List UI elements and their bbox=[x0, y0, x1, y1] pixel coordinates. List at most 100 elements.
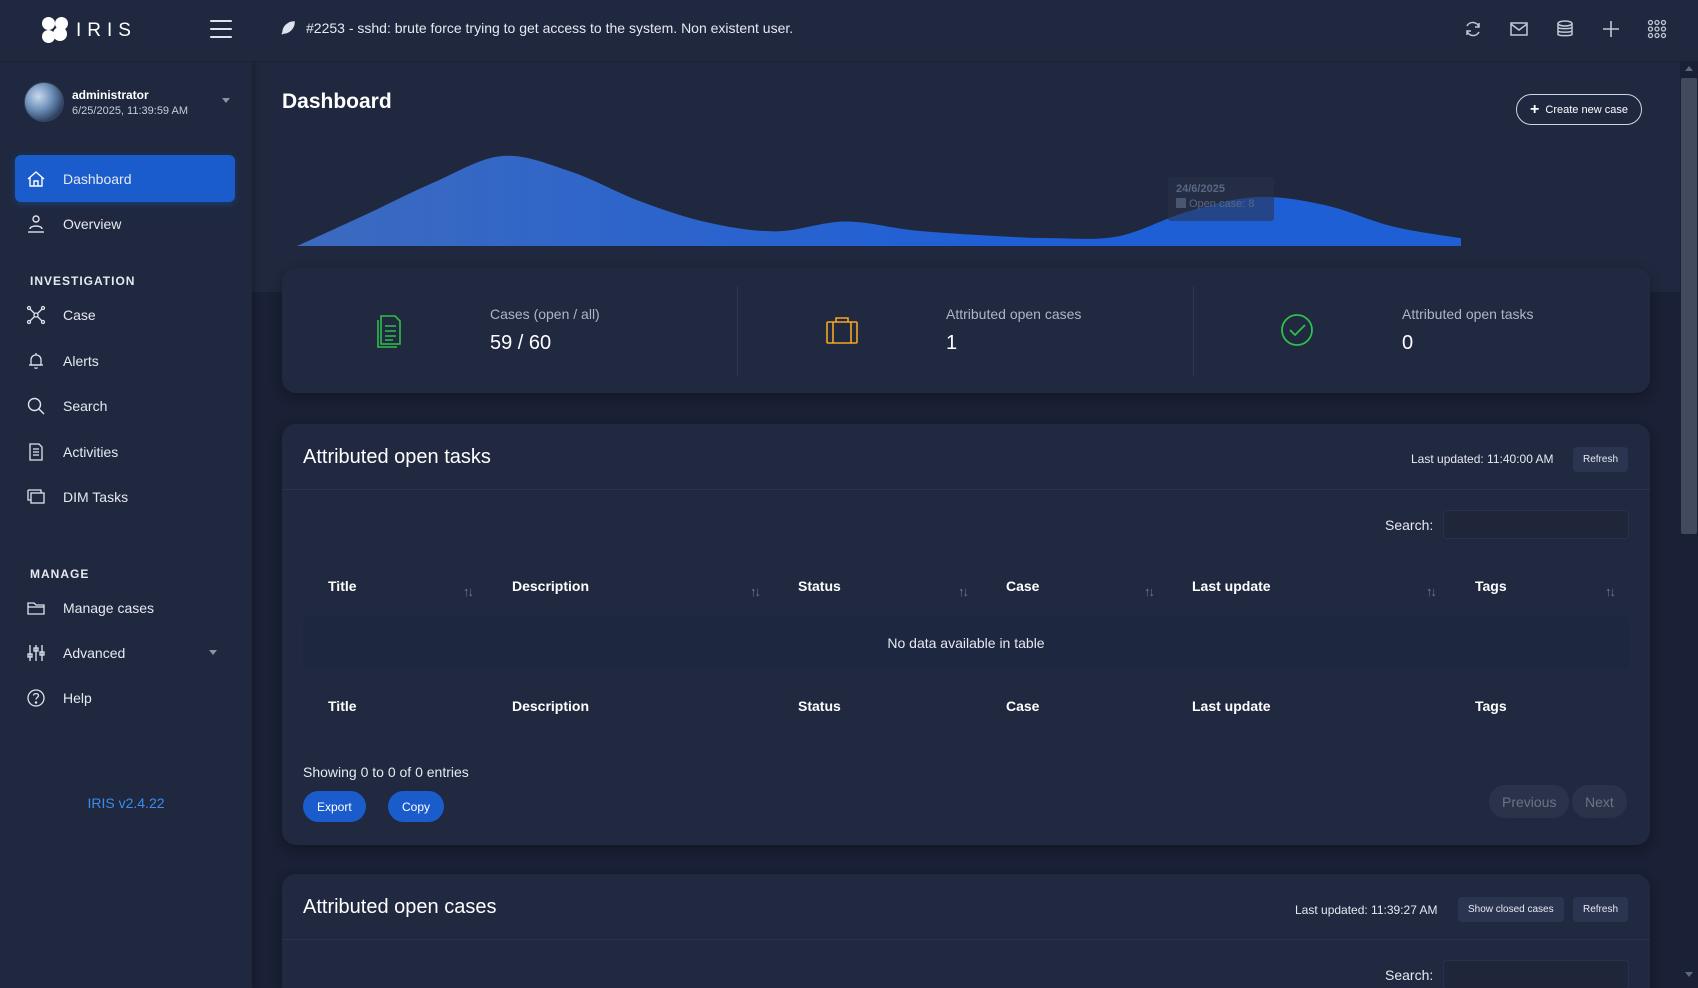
sidebar-item-label: Alerts bbox=[63, 352, 99, 369]
app-version[interactable]: IRIS v2.4.22 bbox=[0, 795, 252, 811]
chevron-down-icon[interactable] bbox=[222, 98, 230, 103]
sidebar-item-label: Overview bbox=[63, 215, 122, 232]
column-header-description[interactable]: Description bbox=[512, 578, 589, 594]
chevron-down-icon bbox=[209, 650, 217, 655]
column-header-case[interactable]: Case bbox=[1006, 578, 1039, 594]
plus-icon: + bbox=[1530, 100, 1540, 118]
footer-header-title: Title bbox=[328, 698, 357, 714]
scroll-down-icon[interactable] bbox=[1685, 972, 1693, 977]
footer-header-case: Case bbox=[1006, 698, 1040, 714]
stat-label: Cases (open / all) bbox=[490, 306, 600, 322]
export-button[interactable]: Export bbox=[303, 791, 366, 822]
footer-header-status: Status bbox=[798, 698, 841, 714]
database-icon[interactable] bbox=[1554, 18, 1576, 40]
sort-icon[interactable]: ↑↓ bbox=[1605, 584, 1616, 599]
last-updated: Last updated: 11:39:27 AM bbox=[1295, 903, 1438, 917]
tooltip-date: 24/6/2025 bbox=[1176, 183, 1225, 195]
feather-icon bbox=[281, 21, 295, 35]
search-icon bbox=[25, 395, 47, 417]
case-icon bbox=[25, 304, 47, 326]
previous-page-button[interactable]: Previous bbox=[1489, 785, 1570, 818]
column-header-tags[interactable]: Tags bbox=[1475, 578, 1507, 594]
panel-title: Attributed open tasks bbox=[303, 446, 491, 468]
tasks-panel: Attributed open tasks Last updated: 11:4… bbox=[282, 424, 1650, 845]
chart-tooltip: 24/6/2025 Open case: 8 bbox=[1168, 177, 1274, 221]
plus-icon[interactable] bbox=[1600, 18, 1622, 40]
sidebar-item-search[interactable]: Search bbox=[15, 382, 235, 429]
folder-icon bbox=[25, 597, 47, 619]
logo-text: IRIS bbox=[76, 19, 137, 41]
column-header-title[interactable]: Title bbox=[328, 578, 357, 594]
sidebar-item-manage-cases[interactable]: Manage cases bbox=[15, 584, 235, 631]
tasks-icon bbox=[25, 486, 47, 508]
open-cases-chart[interactable] bbox=[297, 150, 1461, 250]
sidebar-item-label: Case bbox=[63, 306, 96, 323]
scrollbar-thumb[interactable] bbox=[1681, 78, 1697, 534]
stat-attributed-cases: Attributed open cases 1 bbox=[738, 268, 1193, 393]
sidebar-item-label: Dashboard bbox=[63, 170, 132, 187]
check-circle-icon bbox=[1281, 314, 1313, 346]
footer-header-tags: Tags bbox=[1475, 698, 1507, 714]
footer-header-description: Description bbox=[512, 698, 590, 714]
apps-grid-icon[interactable] bbox=[1646, 18, 1668, 40]
section-investigation: INVESTIGATION bbox=[30, 274, 136, 288]
avatar bbox=[24, 82, 64, 122]
refresh-button[interactable]: Refresh bbox=[1573, 447, 1629, 472]
create-new-case-button[interactable]: + Create new case bbox=[1516, 94, 1642, 125]
iris-logo-icon bbox=[40, 16, 70, 45]
sort-icon[interactable]: ↑↓ bbox=[1144, 584, 1155, 599]
show-closed-cases-button[interactable]: Show closed cases bbox=[1458, 897, 1564, 922]
refresh-icon[interactable] bbox=[1462, 18, 1484, 40]
document-icon bbox=[25, 441, 47, 463]
table-empty-row: No data available in table bbox=[303, 617, 1629, 668]
tooltip-value: Open case: 8 bbox=[1189, 198, 1255, 210]
sidebar-item-dim-tasks[interactable]: DIM Tasks bbox=[15, 473, 235, 520]
last-updated: Last updated: 11:40:00 AM bbox=[1411, 452, 1554, 466]
user-name: administrator bbox=[72, 87, 149, 102]
cases-search-input[interactable] bbox=[1443, 960, 1629, 988]
copy-button[interactable]: Copy bbox=[388, 791, 445, 822]
sidebar-item-activities[interactable]: Activities bbox=[15, 428, 235, 475]
stat-label: Attributed open cases bbox=[946, 306, 1082, 322]
sidebar-item-overview[interactable]: Overview bbox=[15, 200, 235, 247]
top-navbar: IRIS #2253 - sshd: brute force trying to… bbox=[0, 0, 1698, 62]
table-info: Showing 0 to 0 of 0 entries bbox=[303, 764, 469, 780]
column-header-status[interactable]: Status bbox=[798, 578, 841, 594]
sidebar-item-advanced[interactable]: Advanced bbox=[15, 629, 235, 676]
overview-icon bbox=[25, 213, 47, 235]
next-page-button[interactable]: Next bbox=[1572, 785, 1627, 818]
refresh-button[interactable]: Refresh bbox=[1573, 897, 1629, 922]
tasks-search-input[interactable] bbox=[1443, 510, 1629, 539]
notification-text: #2253 - sshd: brute force trying to get … bbox=[306, 20, 794, 36]
stat-value: 1 bbox=[946, 332, 958, 354]
stat-attributed-tasks: Attributed open tasks 0 bbox=[1194, 268, 1650, 393]
panel-title: Attributed open cases bbox=[303, 896, 497, 918]
user-profile[interactable]: administrator 6/25/2025, 11:39:59 AM bbox=[24, 82, 230, 122]
sort-icon[interactable]: ↑↓ bbox=[1426, 584, 1437, 599]
user-date: 6/25/2025, 11:39:59 AM bbox=[72, 104, 188, 117]
sidebar-item-label: Advanced bbox=[63, 644, 126, 661]
create-new-case-label: Create new case bbox=[1545, 103, 1628, 116]
notification-banner[interactable]: #2253 - sshd: brute force trying to get … bbox=[280, 20, 793, 36]
sort-icon[interactable]: ↑↓ bbox=[750, 584, 761, 599]
sidebar-item-case[interactable]: Case bbox=[15, 291, 235, 338]
sort-icon[interactable]: ↑↓ bbox=[463, 584, 474, 599]
chart-series-open-case bbox=[297, 155, 1461, 246]
menu-toggle-icon[interactable] bbox=[210, 20, 232, 40]
stat-value: 59 / 60 bbox=[490, 332, 552, 354]
sidebar-item-label: Search bbox=[63, 397, 108, 414]
sidebar-item-dashboard[interactable]: Dashboard bbox=[15, 155, 235, 202]
sidebar-item-label: Help bbox=[63, 689, 92, 706]
cases-icon bbox=[377, 315, 401, 348]
stat-value: 0 bbox=[1402, 332, 1414, 354]
sidebar-item-help[interactable]: Help bbox=[15, 674, 235, 721]
column-header-last-update[interactable]: Last update bbox=[1192, 578, 1271, 594]
cases-panel: Attributed open cases Last updated: 11:3… bbox=[282, 874, 1650, 988]
section-manage: MANAGE bbox=[30, 567, 90, 581]
mail-icon[interactable] bbox=[1508, 18, 1530, 40]
sliders-icon bbox=[25, 642, 47, 664]
sort-icon[interactable]: ↑↓ bbox=[958, 584, 969, 599]
scroll-up-icon[interactable] bbox=[1685, 66, 1693, 71]
sidebar-item-alerts[interactable]: Alerts bbox=[15, 337, 235, 384]
sidebar-item-label: Activities bbox=[63, 443, 119, 460]
